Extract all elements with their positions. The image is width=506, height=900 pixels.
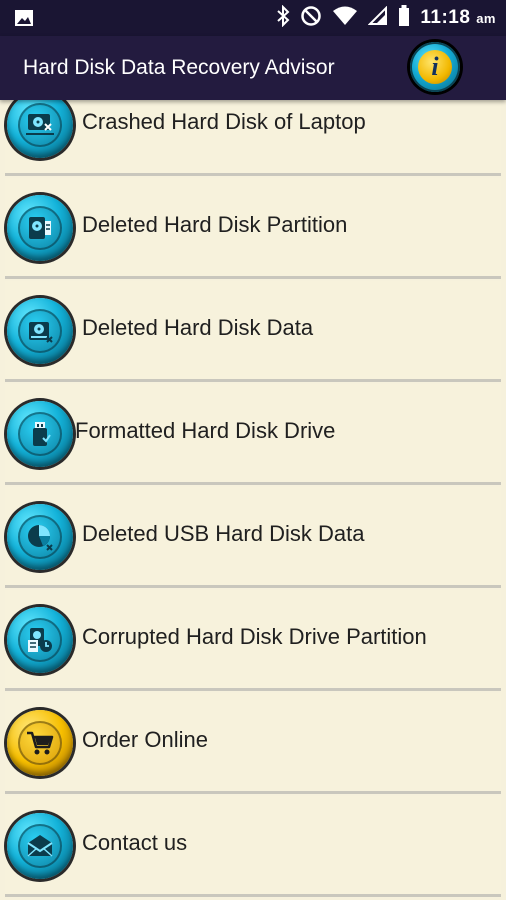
menu-item-deleted-data[interactable]: Deleted Hard Disk Data	[5, 281, 501, 382]
usb-drive-icon	[7, 401, 73, 467]
app-title: Hard Disk Data Recovery Advisor	[23, 56, 335, 79]
shopping-cart-icon	[7, 710, 73, 776]
status-time: 11:18 am	[420, 7, 496, 28]
info-icon: i	[418, 50, 452, 84]
info-button[interactable]: i	[410, 42, 460, 92]
battery-icon	[398, 4, 410, 32]
menu-item-contact[interactable]: Contact us	[5, 796, 501, 897]
pie-disk-icon	[7, 504, 73, 570]
mail-icon	[7, 813, 73, 879]
bluetooth-icon	[276, 4, 290, 32]
menu-item-corrupted-partition[interactable]: Corrupted Hard Disk Drive Partition	[5, 590, 501, 691]
menu-item-label: Corrupted Hard Disk Drive Partition	[82, 624, 427, 649]
partition-disk-icon	[7, 195, 73, 261]
menu-item-label: Deleted Hard Disk Partition	[82, 212, 348, 237]
menu-item-formatted-drive[interactable]: Formatted Hard Disk Drive	[5, 384, 501, 485]
menu-item-label: Formatted Hard Disk Drive	[75, 418, 336, 443]
menu-item-label: Deleted Hard Disk Data	[82, 315, 314, 340]
menu-item-label: Deleted USB Hard Disk Data	[82, 521, 365, 546]
menu-item-deleted-usb[interactable]: Deleted USB Hard Disk Data	[5, 487, 501, 588]
menu-item-label: Order Online	[82, 727, 208, 752]
corrupted-disk-icon	[7, 607, 73, 673]
app-bar: Hard Disk Data Recovery Advisor i	[0, 36, 506, 100]
menu-item-order-online[interactable]: Order Online	[5, 693, 501, 794]
do-not-disturb-icon	[300, 5, 322, 32]
menu-item-label: Crashed Hard Disk of Laptop	[82, 109, 366, 134]
menu-item-label: Contact us	[82, 830, 188, 855]
signal-icon	[367, 5, 388, 31]
laptop-disk-icon	[7, 92, 73, 158]
wifi-icon	[332, 6, 358, 31]
menu-item-deleted-partition[interactable]: Deleted Hard Disk Partition	[5, 178, 501, 279]
status-bar: 11:18 am	[0, 0, 506, 36]
hard-disk-delete-icon	[7, 298, 73, 364]
image-icon	[14, 8, 34, 33]
